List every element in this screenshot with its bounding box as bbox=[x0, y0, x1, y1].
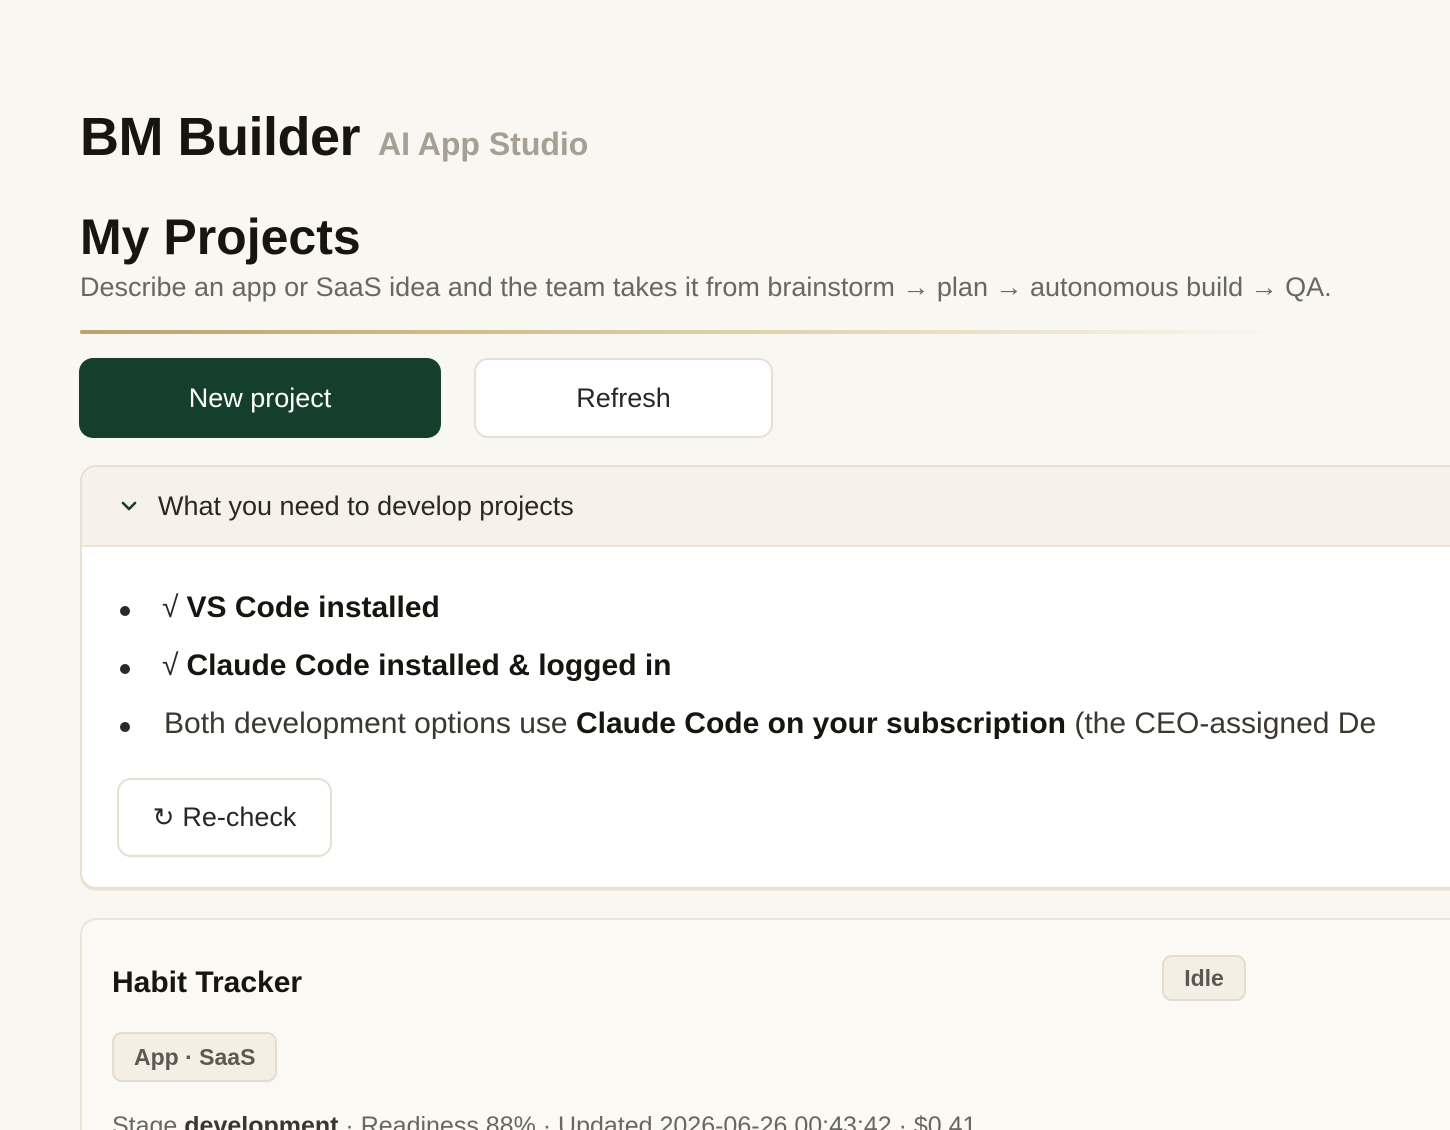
recheck-label: Re-check bbox=[182, 802, 297, 832]
requirement-text: VS Code installed bbox=[186, 591, 440, 624]
stage-label: Stage bbox=[112, 1112, 185, 1130]
refresh-icon: ↻ bbox=[152, 802, 175, 832]
refresh-button[interactable]: Refresh bbox=[474, 358, 773, 438]
requirements-header-label: What you need to develop projects bbox=[158, 490, 574, 521]
project-card[interactable]: Habit Tracker Idle App · SaaS Stage deve… bbox=[80, 918, 1450, 1130]
brand-tagline: AI App Studio bbox=[378, 126, 589, 162]
project-meta: Stage development · Readiness 88% · Upda… bbox=[112, 1112, 976, 1130]
requirement-suffix: (the CEO-assigned De bbox=[1066, 707, 1377, 740]
brand-header: BM Builder AI App Studio bbox=[80, 106, 588, 168]
status-badge: Idle bbox=[1162, 955, 1246, 1001]
requirement-text: Claude Code installed & logged in bbox=[186, 649, 672, 682]
projects-page: BM Builder AI App Studio My Projects Des… bbox=[0, 0, 1450, 1130]
recheck-button[interactable]: ↻ Re-check bbox=[117, 778, 332, 857]
bullet bbox=[120, 606, 130, 616]
page-title: My Projects bbox=[80, 209, 361, 265]
page-subtitle: Describe an app or SaaS idea and the tea… bbox=[80, 272, 1332, 302]
header-divider bbox=[80, 330, 1290, 334]
requirement-prefix: Both development options use bbox=[164, 707, 576, 740]
new-project-button[interactable]: New project bbox=[79, 358, 441, 438]
chevron-down-icon bbox=[121, 501, 137, 511]
requirements-panel: What you need to develop projects √ VS Co… bbox=[80, 465, 1450, 889]
project-name[interactable]: Habit Tracker bbox=[112, 966, 302, 1000]
bullet bbox=[120, 722, 130, 732]
brand-name: BM Builder bbox=[80, 107, 361, 167]
project-type-chip: App · SaaS bbox=[112, 1032, 278, 1082]
readiness-updated-cost: · Readiness 88% · Updated 2026-06-26 00:… bbox=[338, 1112, 977, 1130]
check-icon: √ bbox=[162, 649, 179, 682]
requirements-toggle[interactable]: What you need to develop projects bbox=[82, 467, 1450, 547]
bullet bbox=[120, 664, 130, 674]
requirement-emphasis: Claude Code on your subscription bbox=[575, 707, 1066, 740]
stage-value: development bbox=[184, 1112, 339, 1130]
check-icon: √ bbox=[162, 591, 179, 624]
